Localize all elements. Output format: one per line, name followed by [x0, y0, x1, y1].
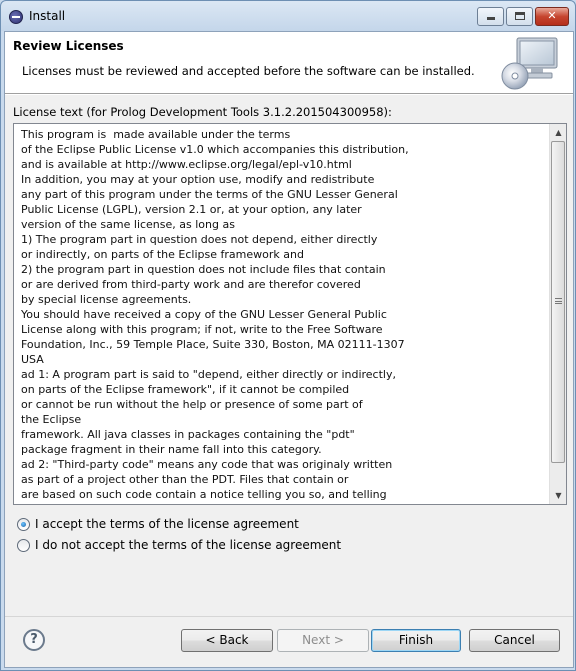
license-line: framework. All java classes in packages …	[21, 428, 355, 441]
monitor-cd-icon	[501, 37, 558, 90]
wizard-banner: Review Licenses Licenses must be reviewe…	[5, 32, 573, 94]
button-bar-separator	[5, 616, 573, 617]
grip-icon	[555, 298, 562, 304]
scroll-up-icon[interactable]: ▲	[550, 124, 566, 141]
license-line: of the Eclipse Public License v1.0 which…	[21, 143, 409, 156]
window-title: Install	[29, 9, 66, 23]
minimize-icon	[486, 17, 495, 20]
back-button[interactable]: < Back	[181, 629, 273, 652]
license-line: or cannot be run without the help or pre…	[21, 398, 363, 411]
license-text-content: This program is made available under the…	[21, 127, 541, 502]
license-text-area[interactable]: This program is made available under the…	[13, 123, 567, 505]
license-text-label: License text (for Prolog Development Too…	[13, 105, 392, 119]
accept-label: I accept the terms of the license agreem…	[35, 517, 299, 531]
license-line: as part of a project other than the PDT.…	[21, 473, 349, 486]
license-line: or indirectly, on parts of the Eclipse f…	[21, 248, 304, 261]
decline-label: I do not accept the terms of the license…	[35, 538, 342, 552]
cancel-button[interactable]: Cancel	[469, 629, 560, 652]
accept-radio[interactable]	[17, 518, 30, 531]
title-bar[interactable]: Install ✕	[1, 1, 575, 31]
page-title: Review Licenses	[13, 39, 124, 53]
scroll-down-icon[interactable]: ▼	[550, 487, 566, 504]
license-line: You should have received a copy of the G…	[21, 308, 387, 321]
license-line: This program is made available under the…	[21, 128, 291, 141]
license-line: Foundation, Inc., 59 Temple Place, Suite…	[21, 338, 405, 351]
scrollbar-thumb[interactable]	[551, 141, 565, 463]
license-line: or are derived from third-party work and…	[21, 278, 361, 291]
decline-radio[interactable]	[17, 539, 30, 552]
license-line: ad 1: A program part is said to "depend,…	[21, 368, 396, 381]
banner-separator	[5, 94, 573, 95]
license-line: any part of this program under the terms…	[21, 188, 398, 201]
next-button[interactable]: Next >	[277, 629, 369, 652]
license-line: are based on such code contain a notice …	[21, 488, 387, 501]
license-line: USA	[21, 353, 44, 366]
license-line: Public License (LGPL), version 2.1 or, a…	[21, 203, 362, 216]
license-line: 2) the program part in question does not…	[21, 263, 386, 276]
finish-button[interactable]: Finish	[371, 629, 461, 652]
page-description: Licenses must be reviewed and accepted b…	[22, 64, 475, 78]
license-line: 1) The program part in question does not…	[21, 233, 378, 246]
install-dialog: Install ✕ Review Licenses Licenses must …	[0, 0, 576, 671]
maximize-button[interactable]	[506, 7, 533, 26]
license-line: and is available at http://www.eclipse.o…	[21, 158, 352, 171]
maximize-icon	[514, 12, 525, 20]
dialog-client-area: Review Licenses Licenses must be reviewe…	[4, 31, 574, 668]
license-line: on parts of the Eclipse framework", if i…	[21, 383, 350, 396]
eclipse-icon	[9, 10, 23, 24]
minimize-button[interactable]	[477, 7, 504, 26]
close-button[interactable]: ✕	[535, 7, 569, 26]
license-line: ad 2: "Third-party code" means any code …	[21, 458, 393, 471]
vertical-scrollbar[interactable]: ▲ ▼	[549, 124, 566, 504]
license-line: the Eclipse	[21, 413, 82, 426]
license-line: version of the same license, as long as	[21, 218, 235, 231]
license-line: License along with this program; if not,…	[21, 323, 383, 336]
license-line: package fragment in their name fall into…	[21, 443, 322, 456]
license-line: by special license agreements.	[21, 293, 192, 306]
license-line: In addition, you may at your option use,…	[21, 173, 375, 186]
help-icon[interactable]: ?	[23, 629, 45, 651]
